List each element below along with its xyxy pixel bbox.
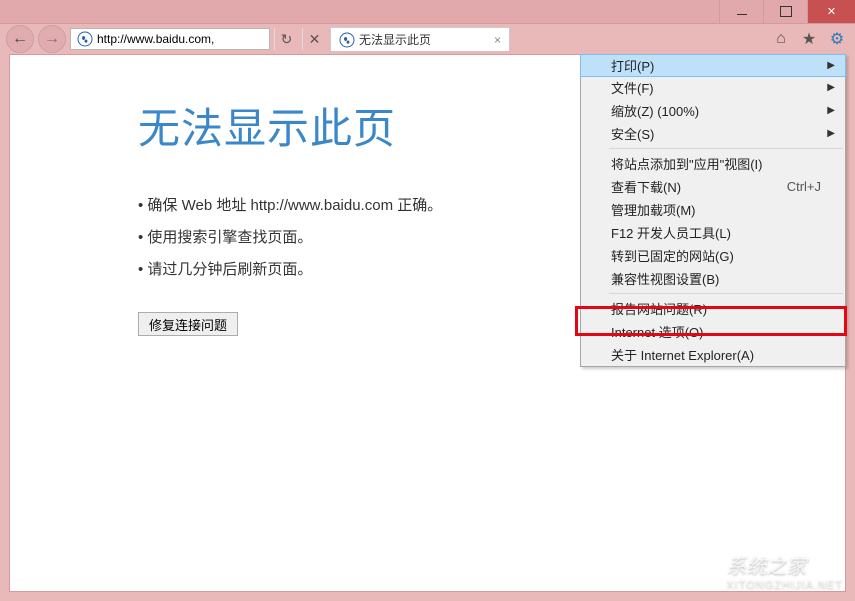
- menu-item-manage-addons[interactable]: 管理加载项(M): [581, 198, 845, 221]
- watermark-subtext: XITONGZHIJIA.NET: [726, 579, 843, 591]
- menu-item-f12-devtools[interactable]: F12 开发人员工具(L): [581, 221, 845, 244]
- menu-item-label: 安全(S): [611, 124, 654, 143]
- menu-shortcut: Ctrl+J: [787, 179, 821, 194]
- watermark-text: 系统之家: [726, 550, 843, 579]
- refresh-icon: ↻: [281, 31, 293, 48]
- menu-item-label: 转到已固定的网站(G): [611, 246, 734, 265]
- window-titlebar: [0, 0, 855, 24]
- menu-item-label: 打印(P): [611, 56, 654, 75]
- submenu-arrow-icon: ▶: [827, 82, 835, 93]
- menu-item-label: 兼容性视图设置(B): [611, 269, 719, 288]
- star-icon: ★: [802, 29, 816, 49]
- stop-button[interactable]: ✕: [302, 28, 326, 50]
- menu-item-zoom[interactable]: 缩放(Z) (100%) ▶: [581, 99, 845, 122]
- submenu-arrow-icon: ▶: [827, 60, 835, 71]
- home-icon: ⌂: [776, 30, 786, 48]
- fix-connection-button[interactable]: 修复连接问题: [138, 312, 238, 336]
- menu-item-label: 查看下载(N): [611, 177, 681, 196]
- url-input[interactable]: [97, 29, 267, 49]
- menu-item-print[interactable]: 打印(P) ▶: [580, 54, 846, 77]
- back-button[interactable]: ←: [6, 25, 34, 53]
- site-favicon: [77, 31, 93, 47]
- menu-item-about-ie[interactable]: 关于 Internet Explorer(A): [581, 343, 845, 366]
- window-maximize-button[interactable]: [763, 0, 807, 23]
- menu-item-safety[interactable]: 安全(S) ▶: [581, 122, 845, 145]
- menu-item-add-to-apps[interactable]: 将站点添加到"应用"视图(I): [581, 152, 845, 175]
- menu-item-label: 管理加载项(M): [611, 200, 696, 219]
- browser-tab[interactable]: 无法显示此页 ×: [330, 27, 510, 51]
- menu-item-report-problem[interactable]: 报告网站问题(R): [581, 297, 845, 320]
- menu-item-compat-view[interactable]: 兼容性视图设置(B): [581, 267, 845, 290]
- tab-title: 无法显示此页: [359, 31, 431, 48]
- submenu-arrow-icon: ▶: [827, 128, 835, 139]
- menu-item-label: 关于 Internet Explorer(A): [611, 345, 754, 364]
- menu-separator: [609, 148, 843, 149]
- home-button[interactable]: ⌂: [769, 27, 793, 51]
- menu-item-label: Internet 选项(O): [611, 322, 703, 341]
- watermark: 系统之家 XITONGZHIJIA.NET: [686, 550, 843, 591]
- gear-icon: ⚙: [830, 29, 844, 49]
- stop-icon: ✕: [309, 31, 321, 48]
- menu-item-label: F12 开发人员工具(L): [611, 223, 731, 242]
- menu-item-label: 缩放(Z) (100%): [611, 101, 699, 120]
- submenu-arrow-icon: ▶: [827, 105, 835, 116]
- window-minimize-button[interactable]: [719, 0, 763, 23]
- favorites-button[interactable]: ★: [797, 27, 821, 51]
- menu-item-label: 将站点添加到"应用"视图(I): [611, 154, 763, 173]
- menu-item-file[interactable]: 文件(F) ▶: [581, 76, 845, 99]
- forward-button[interactable]: →: [38, 25, 66, 53]
- tab-close-button[interactable]: ×: [490, 33, 505, 47]
- tools-dropdown-menu: 打印(P) ▶ 文件(F) ▶ 缩放(Z) (100%) ▶ 安全(S) ▶ 将站点添加…: [580, 54, 846, 367]
- refresh-button[interactable]: ↻: [274, 28, 298, 50]
- menu-separator: [609, 293, 843, 294]
- menu-item-pinned-sites[interactable]: 转到已固定的网站(G): [581, 244, 845, 267]
- menu-item-label: 报告网站问题(R): [611, 299, 707, 318]
- address-bar[interactable]: [70, 28, 270, 50]
- menu-item-view-downloads[interactable]: 查看下载(N) Ctrl+J: [581, 175, 845, 198]
- menu-item-label: 文件(F): [611, 78, 654, 97]
- window-close-button[interactable]: [807, 0, 855, 23]
- menu-item-internet-options[interactable]: Internet 选项(O): [581, 320, 845, 343]
- tab-favicon: [339, 32, 355, 48]
- tools-button[interactable]: ⚙: [825, 27, 849, 51]
- watermark-house-icon: [686, 553, 720, 589]
- browser-toolbar: ← → ↻ ✕ 无法显示此页 × ⌂ ★ ⚙: [0, 24, 855, 54]
